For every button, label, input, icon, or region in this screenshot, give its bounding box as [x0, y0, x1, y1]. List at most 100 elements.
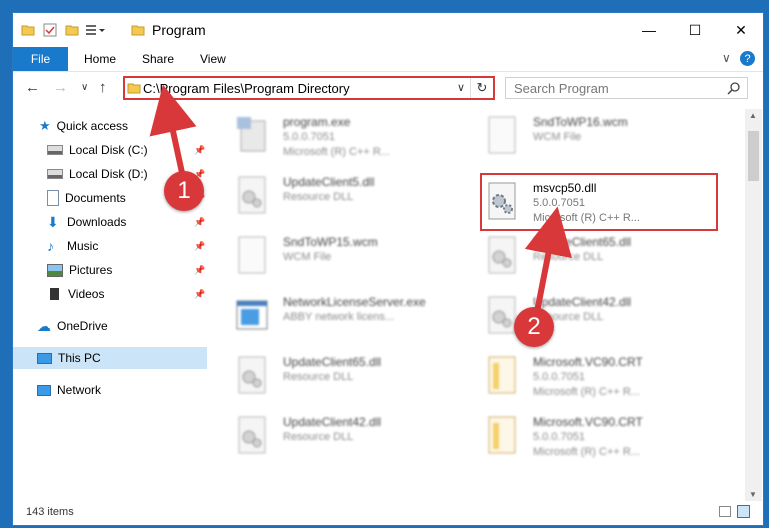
scrollbar-thumb[interactable]	[748, 131, 759, 181]
address-path[interactable]: C:\Program Files\Program Directory	[143, 81, 350, 96]
star-icon: ★	[39, 118, 51, 133]
recent-locations-icon[interactable]: ∨	[81, 82, 88, 93]
step-1-badge: 1	[164, 171, 204, 211]
vertical-scrollbar[interactable]: ▲ ▼	[745, 109, 762, 501]
back-arrow-icon[interactable]: ←	[25, 79, 40, 96]
file-item[interactable]: NetworkLicenseServer.exe ABBY network li…	[235, 291, 475, 345]
file-detail: Resource DLL	[283, 191, 354, 203]
sidebar-item-label: Local Disk (C:)	[69, 143, 148, 157]
address-folder-icon	[127, 83, 141, 94]
file-item[interactable]: Microsoft.VC90.CRT 5.0.0.7051 Microsoft …	[485, 411, 725, 465]
file-item[interactable]: Microsoft.VC90.CRT 5.0.0.7051 Microsoft …	[485, 351, 725, 405]
sidebar-item-quick-access[interactable]: ★ Quick access	[13, 115, 207, 137]
sidebar-item-label: Documents	[65, 191, 126, 205]
pin-icon: 📌	[194, 288, 206, 299]
large-icons-view-icon[interactable]	[737, 505, 750, 518]
file-detail: 5.0.0.7051	[283, 131, 335, 143]
help-icon[interactable]: ?	[740, 51, 755, 66]
file-name: SndToWP15.wcm	[283, 235, 378, 249]
maximize-button[interactable]: ☐	[672, 13, 718, 47]
sidebar-item-label: Network	[57, 383, 102, 397]
close-button[interactable]: ✕	[718, 13, 763, 47]
scroll-down-icon[interactable]: ▼	[749, 490, 757, 499]
address-dropdown-icon[interactable]: ∨	[457, 81, 465, 94]
file-item[interactable]: SndToWP15.wcm WCM File	[235, 231, 475, 285]
sidebar-item-onedrive[interactable]: ☁ OneDrive	[13, 315, 207, 337]
file-detail: Resource DLL	[283, 431, 354, 443]
forward-arrow-icon[interactable]: →	[53, 79, 68, 96]
sidebar-item-label: OneDrive	[57, 319, 108, 333]
dll-icon	[238, 416, 266, 454]
sidebar-item-pictures[interactable]: Pictures 📌	[13, 259, 207, 281]
file-detail: WCM File	[533, 131, 582, 143]
tab-view[interactable]: View	[200, 52, 226, 66]
file-detail: 5.0.0.7051	[533, 431, 585, 443]
folder-icon[interactable]	[21, 23, 35, 37]
file-list: program.exe 5.0.0.7051 Microsoft (R) C++…	[209, 109, 746, 501]
dll-icon	[488, 236, 516, 274]
drive-icon	[47, 145, 63, 155]
file-item[interactable]: UpdateClient5.dll Resource DLL	[235, 171, 475, 225]
tab-home[interactable]: Home	[84, 52, 116, 66]
cloud-icon: ☁	[37, 317, 51, 334]
pc-icon	[37, 352, 52, 364]
sidebar-item-label: Videos	[68, 287, 105, 301]
dll-icon	[238, 176, 266, 214]
file-icon	[238, 236, 266, 274]
sidebar-item-this-pc[interactable]: This PC	[13, 347, 207, 369]
file-name: SndToWP16.wcm	[533, 115, 628, 129]
file-item[interactable]: UpdateClient65.dll Resource DLL	[485, 231, 725, 285]
customize-toolbar-icon[interactable]	[85, 23, 107, 37]
pictures-icon	[47, 263, 63, 277]
search-icon[interactable]	[727, 81, 741, 95]
title-bar: Program — ☐ ✕	[13, 13, 763, 47]
pin-icon: 📌	[194, 240, 206, 251]
refresh-icon[interactable]: ↻	[470, 78, 493, 98]
download-icon: ⬇	[47, 213, 59, 230]
file-name: UpdateClient65.dll	[283, 355, 382, 369]
file-item[interactable]: UpdateClient65.dll Resource DLL	[235, 351, 475, 405]
search-input[interactable]: Search Program	[514, 81, 609, 96]
network-icon	[37, 384, 51, 396]
file-name: Microsoft.VC90.CRT	[533, 355, 643, 369]
pin-icon: 📌	[194, 264, 206, 275]
sidebar-item-label: This PC	[58, 351, 101, 365]
up-arrow-icon[interactable]: ↑	[99, 79, 107, 96]
dll-icon	[238, 356, 266, 394]
file-tab[interactable]: File	[13, 47, 68, 71]
folder-file-icon	[488, 356, 516, 394]
music-icon: ♪	[47, 238, 54, 254]
file-item[interactable]: SndToWP16.wcm WCM File	[485, 111, 725, 165]
file-item[interactable]: program.exe 5.0.0.7051 Microsoft (R) C++…	[235, 111, 475, 165]
address-bar[interactable]: C:\Program Files\Program Directory ∨ ↻	[123, 76, 495, 100]
sidebar-item-label: Local Disk (D:)	[69, 167, 148, 181]
file-icon	[488, 116, 516, 154]
file-detail: Microsoft (R) C++ R...	[283, 146, 390, 158]
explorer-window: Program — ☐ ✕ File Home Share View ∨ ? ←…	[12, 12, 764, 526]
properties-icon[interactable]	[43, 23, 57, 37]
sidebar-item-downloads[interactable]: ⬇ Downloads 📌	[13, 211, 207, 233]
sidebar-item-label: Music	[67, 239, 99, 253]
scroll-up-icon[interactable]: ▲	[749, 111, 757, 120]
sidebar-item-network[interactable]: Network	[13, 379, 207, 401]
ribbon-expand-icon[interactable]: ∨	[722, 51, 731, 65]
title-folder-icon	[131, 25, 145, 36]
sidebar-item-videos[interactable]: Videos 📌	[13, 283, 207, 305]
app-icon	[236, 300, 268, 330]
new-folder-icon[interactable]	[65, 23, 79, 37]
file-item[interactable]: UpdateClient42.dll Resource DLL	[235, 411, 475, 465]
sidebar-item-label: Quick access	[56, 119, 129, 133]
exe-icon	[237, 117, 266, 152]
item-count: 143 items	[26, 506, 74, 518]
file-name: UpdateClient65.dll	[533, 235, 632, 249]
sidebar-item-local-disk-c[interactable]: Local Disk (C:) 📌	[13, 139, 207, 161]
file-name: NetworkLicenseServer.exe	[283, 295, 426, 309]
step-2-badge: 2	[514, 307, 554, 347]
search-box[interactable]: Search Program	[505, 77, 748, 99]
navigation-bar: ← → ∨ ↑ C:\Program Files\Program Directo…	[13, 73, 763, 103]
tab-share[interactable]: Share	[142, 52, 174, 66]
minimize-button[interactable]: —	[626, 13, 672, 47]
sidebar-item-music[interactable]: ♪ Music 📌	[13, 235, 207, 257]
details-view-icon[interactable]	[719, 506, 731, 517]
navigation-pane: ★ Quick access Local Disk (C:) 📌 Local D…	[13, 109, 207, 501]
